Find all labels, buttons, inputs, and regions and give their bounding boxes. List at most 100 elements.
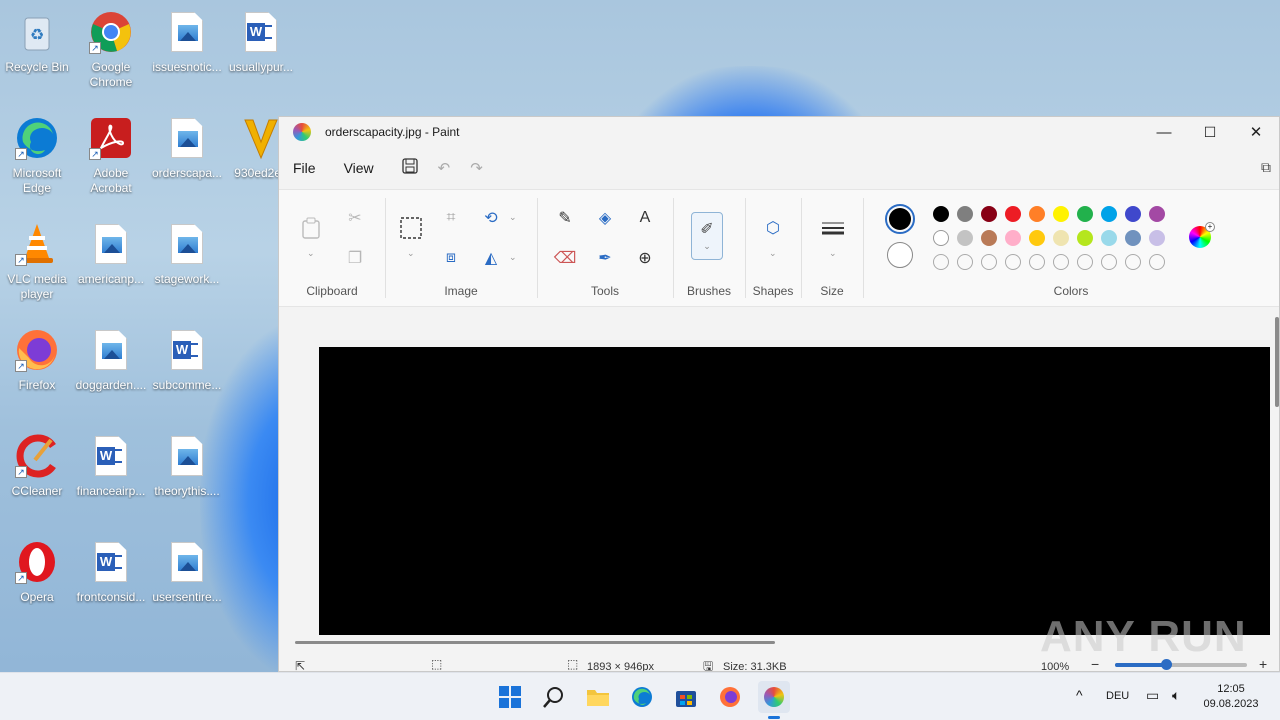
volume-icon[interactable]: 🔈︎ bbox=[1172, 687, 1180, 704]
text-icon[interactable]: A bbox=[631, 204, 659, 232]
palette-empty-slot[interactable] bbox=[1053, 254, 1069, 270]
brush-icon[interactable]: ✐ ⌄ bbox=[691, 212, 723, 260]
palette-color-swatch[interactable] bbox=[981, 206, 997, 222]
share-icon[interactable]: ⧉ bbox=[1261, 159, 1271, 176]
chevron-down-icon[interactable]: ⌄ bbox=[509, 212, 517, 223]
color-picker-icon[interactable]: ✒ bbox=[591, 244, 619, 272]
desktop-icon-microsoft-edge[interactable]: ↗ Microsoft Edge bbox=[0, 114, 74, 210]
magnifier-icon[interactable]: ⊕ bbox=[631, 244, 659, 272]
rotate-icon[interactable]: ⟲ bbox=[477, 204, 505, 232]
select-icon[interactable] bbox=[397, 214, 425, 242]
palette-color-swatch[interactable] bbox=[1053, 230, 1069, 246]
primary-color-swatch[interactable] bbox=[885, 204, 915, 234]
chevron-up-icon[interactable]: ^ bbox=[1076, 687, 1083, 703]
close-button[interactable]: ✕ bbox=[1233, 117, 1279, 147]
palette-color-swatch[interactable] bbox=[933, 206, 949, 222]
language-indicator[interactable]: DEU bbox=[1106, 690, 1129, 702]
minimize-button[interactable]: — bbox=[1141, 117, 1187, 147]
palette-color-swatch[interactable] bbox=[1101, 206, 1117, 222]
palette-color-swatch[interactable] bbox=[1077, 230, 1093, 246]
copy-icon[interactable]: ❐ bbox=[341, 244, 369, 272]
fill-bucket-icon[interactable]: ◈ bbox=[591, 204, 619, 232]
secondary-color-swatch[interactable] bbox=[887, 242, 913, 268]
zoom-slider[interactable] bbox=[1115, 659, 1247, 670]
palette-color-swatch[interactable] bbox=[1077, 206, 1093, 222]
palette-empty-slot[interactable] bbox=[957, 254, 973, 270]
desktop-icon-word-file[interactable]: W financeairp... bbox=[74, 432, 148, 528]
edit-colors-icon[interactable]: + bbox=[1189, 222, 1215, 248]
crop-icon[interactable]: ⌗ bbox=[437, 204, 465, 232]
pencil-icon[interactable]: ✎ bbox=[551, 204, 579, 232]
maximize-button[interactable]: ☐ bbox=[1187, 117, 1233, 147]
chevron-down-icon[interactable]: ⌄ bbox=[307, 248, 315, 259]
chevron-down-icon[interactable]: ⌄ bbox=[509, 252, 517, 263]
network-icon[interactable]: ▭ bbox=[1146, 687, 1159, 704]
palette-color-swatch[interactable] bbox=[933, 230, 949, 246]
palette-color-swatch[interactable] bbox=[1005, 206, 1021, 222]
shapes-icon[interactable]: ⬡ bbox=[759, 214, 787, 242]
desktop-icon-firefox[interactable]: ↗ Firefox bbox=[0, 326, 74, 422]
palette-empty-slot[interactable] bbox=[1005, 254, 1021, 270]
desktop-icon-word-file[interactable]: W frontconsid... bbox=[74, 538, 148, 634]
cut-icon[interactable]: ✂ bbox=[341, 204, 369, 232]
eraser-icon[interactable]: ⌫ bbox=[551, 244, 579, 272]
clock[interactable]: 12:05 09.08.2023 bbox=[1196, 682, 1266, 712]
palette-empty-slot[interactable] bbox=[1077, 254, 1093, 270]
palette-empty-slot[interactable] bbox=[1029, 254, 1045, 270]
palette-empty-slot[interactable] bbox=[933, 254, 949, 270]
palette-empty-slot[interactable] bbox=[1125, 254, 1141, 270]
chevron-down-icon[interactable]: ⌄ bbox=[829, 248, 837, 259]
undo-icon[interactable]: ↶ bbox=[438, 159, 451, 177]
palette-empty-slot[interactable] bbox=[981, 254, 997, 270]
palette-color-swatch[interactable] bbox=[1149, 230, 1165, 246]
image-canvas[interactable] bbox=[319, 347, 1270, 635]
palette-color-swatch[interactable] bbox=[957, 230, 973, 246]
desktop-icon-adobe-acrobat[interactable]: ↗ Adobe Acrobat bbox=[74, 114, 148, 210]
desktop-icon-vlc[interactable]: ↗ VLC media player bbox=[0, 220, 74, 316]
palette-color-swatch[interactable] bbox=[981, 230, 997, 246]
desktop-icon-opera[interactable]: ↗ Opera bbox=[0, 538, 74, 634]
desktop-icon-ccleaner[interactable]: ↗ CCleaner bbox=[0, 432, 74, 528]
file-explorer-icon[interactable] bbox=[584, 683, 612, 711]
paint-taskbar-icon[interactable] bbox=[758, 681, 790, 719]
search-icon[interactable] bbox=[540, 683, 568, 711]
desktop-icon-image-file[interactable]: usersentire... bbox=[150, 538, 224, 634]
menu-view[interactable]: View bbox=[344, 160, 374, 176]
paste-icon[interactable] bbox=[297, 214, 325, 242]
stroke-size-icon[interactable] bbox=[819, 214, 847, 242]
edge-taskbar-icon[interactable] bbox=[628, 683, 656, 711]
horizontal-scrollbar[interactable] bbox=[295, 641, 775, 644]
desktop-icon-image-file[interactable]: orderscapa... bbox=[150, 114, 224, 210]
palette-color-swatch[interactable] bbox=[1125, 206, 1141, 222]
desktop-icon-recycle-bin[interactable]: ♻ Recycle Bin bbox=[0, 8, 74, 104]
desktop-icon-image-file[interactable]: theorythis.... bbox=[150, 432, 224, 528]
firefox-taskbar-icon[interactable] bbox=[716, 683, 744, 711]
resize-icon[interactable]: ⧈ bbox=[437, 244, 465, 272]
palette-color-swatch[interactable] bbox=[1125, 230, 1141, 246]
palette-color-swatch[interactable] bbox=[1053, 206, 1069, 222]
palette-empty-slot[interactable] bbox=[1149, 254, 1165, 270]
zoom-in-button[interactable]: + bbox=[1259, 656, 1267, 671]
palette-color-swatch[interactable] bbox=[1101, 230, 1117, 246]
desktop-icon-image-file[interactable]: americanp... bbox=[74, 220, 148, 316]
store-icon[interactable] bbox=[672, 683, 700, 711]
desktop-icon-word-file[interactable]: W subcomme... bbox=[150, 326, 224, 422]
redo-icon[interactable]: ↷ bbox=[470, 159, 483, 177]
save-icon[interactable] bbox=[402, 158, 418, 178]
palette-color-swatch[interactable] bbox=[1005, 230, 1021, 246]
desktop-icon-word-file[interactable]: W usuallypur... bbox=[224, 8, 298, 104]
palette-empty-slot[interactable] bbox=[1101, 254, 1117, 270]
chevron-down-icon[interactable]: ⌄ bbox=[407, 248, 415, 259]
palette-color-swatch[interactable] bbox=[1029, 230, 1045, 246]
desktop-icon-image-file[interactable]: issuesnotic... bbox=[150, 8, 224, 104]
desktop-icon-google-chrome[interactable]: ↗ Google Chrome bbox=[74, 8, 148, 104]
desktop-icon-image-file[interactable]: doggarden.... bbox=[74, 326, 148, 422]
palette-color-swatch[interactable] bbox=[1149, 206, 1165, 222]
desktop-icon-image-file[interactable]: stagework... bbox=[150, 220, 224, 316]
palette-color-swatch[interactable] bbox=[1029, 206, 1045, 222]
chevron-down-icon[interactable]: ⌄ bbox=[769, 248, 777, 259]
vertical-scrollbar[interactable] bbox=[1275, 317, 1279, 407]
palette-color-swatch[interactable] bbox=[957, 206, 973, 222]
start-icon[interactable] bbox=[496, 683, 524, 711]
flip-icon[interactable]: ◭ bbox=[477, 244, 505, 272]
